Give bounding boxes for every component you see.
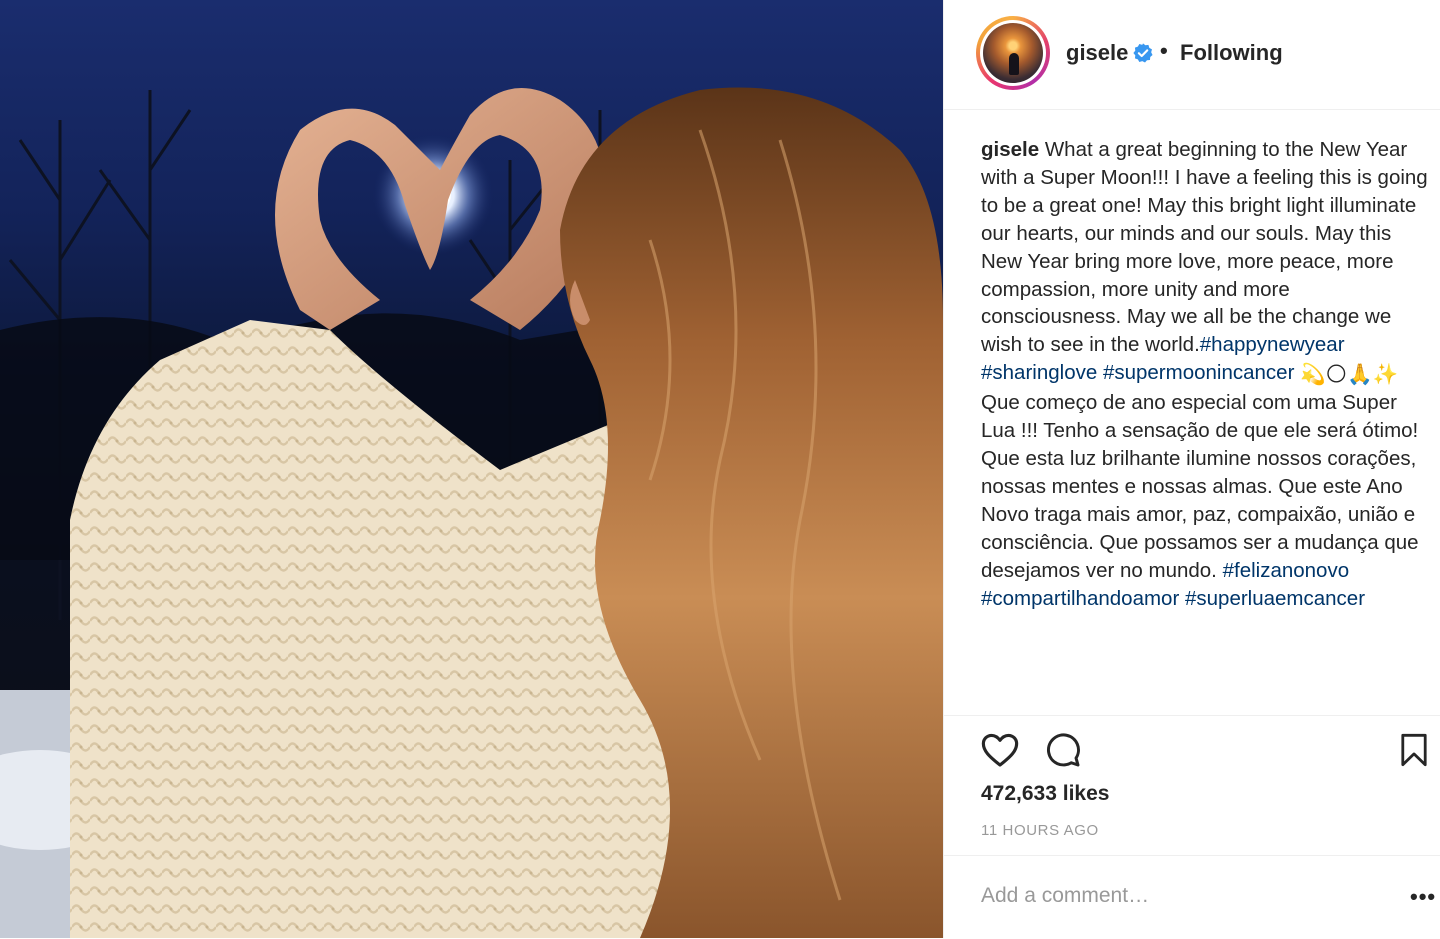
post-caption: gisele What a great beginning to the New… <box>981 136 1431 612</box>
instagram-post: gisele • Following gisele What a great b… <box>0 0 1440 938</box>
following-button[interactable]: Following <box>1180 40 1283 66</box>
action-bar <box>944 715 1440 716</box>
hashtag-link[interactable]: #felizanonovo <box>1223 559 1350 582</box>
post-photo[interactable] <box>0 0 943 938</box>
caption-username[interactable]: gisele <box>981 138 1039 161</box>
hashtag-link[interactable]: #happynewyear <box>1200 333 1345 356</box>
likes-count[interactable]: 472,633 likes <box>981 782 1109 806</box>
post-timestamp[interactable]: 11 HOURS AGO <box>981 822 1099 839</box>
header-separator: • <box>1160 38 1168 63</box>
story-ring[interactable] <box>976 16 1050 90</box>
caption-emojis: 💫🌕🙏✨ <box>1300 363 1399 387</box>
more-options-icon[interactable]: ••• <box>1410 884 1436 910</box>
post-header: gisele • Following <box>944 0 1440 110</box>
author-username[interactable]: gisele <box>1066 40 1128 66</box>
comment-bubble-icon[interactable] <box>1045 732 1081 768</box>
heart-hands <box>275 88 605 330</box>
post-photo-illustration <box>0 87 943 938</box>
caption-text-english: What a great beginning to the New Year w… <box>981 138 1428 357</box>
bookmark-icon[interactable] <box>1400 733 1428 767</box>
heart-icon[interactable] <box>981 732 1019 768</box>
hashtag-link[interactable]: #compartilhandoamor <box>981 587 1179 610</box>
hashtag-link[interactable]: #superluaemcancer <box>1185 587 1365 610</box>
avatar-frame <box>980 20 1046 86</box>
avatar[interactable] <box>983 23 1043 83</box>
comment-input[interactable] <box>981 884 1361 908</box>
hashtag-link[interactable]: #sharinglove <box>981 361 1097 384</box>
comment-box: ••• <box>944 855 1440 939</box>
caption-text-portuguese: Que começo de ano especial com uma Super… <box>981 391 1419 582</box>
post-sidebar: gisele • Following gisele What a great b… <box>943 0 1440 938</box>
verified-badge-icon <box>1133 43 1153 63</box>
hashtag-link[interactable]: #supermoonincancer <box>1103 361 1294 384</box>
